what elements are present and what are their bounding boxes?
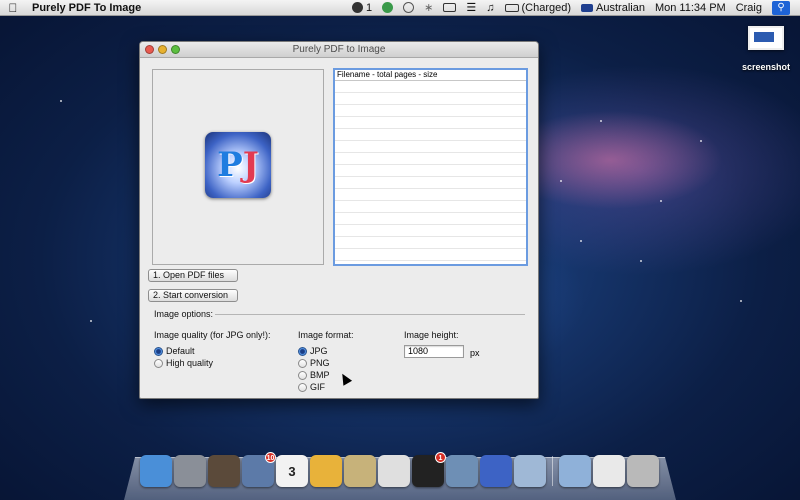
folder-icon[interactable] xyxy=(559,455,591,487)
dock-icons: 10 3 1 xyxy=(140,452,659,487)
image-height-input[interactable]: 1080 xyxy=(404,345,464,358)
radio-unselected-icon xyxy=(298,358,307,368)
battery-status[interactable]: (Charged) xyxy=(504,2,571,14)
input-source[interactable]: Australian xyxy=(581,2,645,14)
open-pdf-files-button[interactable]: 1. Open PDF files xyxy=(148,269,238,282)
menubar:  Purely PDF To Image 1 ∗ ☰ ♫ (Charged) … xyxy=(0,0,800,16)
dock-badge: 1 xyxy=(435,452,446,463)
menubar-status: 1 ∗ ☰ ♫ (Charged) Australian Mon 11:34 P… xyxy=(352,0,800,15)
purely-pdf-icon[interactable] xyxy=(480,455,512,487)
globe-icon[interactable] xyxy=(382,2,394,13)
wifi-icon[interactable]: ☰ xyxy=(466,1,476,14)
app-menu[interactable]: Purely PDF To Image xyxy=(32,2,141,14)
image-format-title: Image format: xyxy=(298,330,354,340)
radio-unselected-icon xyxy=(154,358,163,368)
finder-icon[interactable] xyxy=(140,455,172,487)
chrome-icon[interactable] xyxy=(310,455,342,487)
radio-selected-icon xyxy=(154,346,163,356)
star xyxy=(640,260,642,262)
qq-icon xyxy=(352,2,364,13)
star xyxy=(60,100,62,102)
tools-icon[interactable] xyxy=(446,455,478,487)
app-window: Purely PDF to Image PJ Filename - total … xyxy=(139,41,539,399)
preview-icon[interactable] xyxy=(514,455,546,487)
mail-icon[interactable]: 10 xyxy=(242,452,276,487)
radio-unselected-icon xyxy=(298,382,307,392)
image-quality-title: Image quality (for JPG only!): xyxy=(154,330,271,340)
time-machine-icon[interactable] xyxy=(403,2,415,13)
image-options-label: Image options: xyxy=(154,309,214,319)
star xyxy=(580,240,582,242)
file-list-header[interactable]: Filename - total pages - size xyxy=(335,70,526,81)
format-bmp-radio[interactable]: BMP xyxy=(298,370,330,380)
close-button[interactable] xyxy=(145,45,154,54)
star xyxy=(560,180,562,182)
app-logo-icon: PJ xyxy=(205,132,271,198)
trash-icon[interactable] xyxy=(627,455,659,487)
px-unit-label: px xyxy=(470,348,480,358)
format-gif-radio[interactable]: GIF xyxy=(298,382,325,392)
quality-default-radio[interactable]: Default xyxy=(154,346,195,356)
documents-icon[interactable] xyxy=(593,455,625,487)
bluetooth-icon[interactable]: ∗ xyxy=(424,1,433,14)
apple-icon[interactable]:  xyxy=(0,1,26,15)
start-conversion-button[interactable]: 2. Start conversion xyxy=(148,289,238,302)
screenshot-thumbnail-icon xyxy=(748,26,784,50)
radio-selected-icon xyxy=(298,346,307,356)
options-divider xyxy=(215,314,525,315)
image-height-title: Image height: xyxy=(404,330,459,340)
spotlight-search-icon[interactable]: ⚲ xyxy=(772,0,790,15)
qq-icon[interactable]: 1 xyxy=(412,452,446,487)
file-list[interactable]: Filename - total pages - size xyxy=(333,68,528,266)
minimize-button[interactable] xyxy=(158,45,167,54)
pdf-preview-panel: PJ xyxy=(152,69,324,265)
radio-unselected-icon xyxy=(298,370,307,380)
clock-icon[interactable] xyxy=(344,455,376,487)
star xyxy=(660,200,662,202)
star xyxy=(600,120,602,122)
dock-badge: 10 xyxy=(265,452,276,463)
star xyxy=(90,320,92,322)
qq-status[interactable]: 1 xyxy=(352,2,372,14)
calendar-icon[interactable]: 3 xyxy=(276,455,308,487)
zoom-button[interactable] xyxy=(171,45,180,54)
quality-high-radio[interactable]: High quality xyxy=(154,358,213,368)
textedit-icon[interactable] xyxy=(378,455,410,487)
battery-icon xyxy=(504,3,519,12)
window-controls xyxy=(145,45,180,54)
star xyxy=(740,300,742,302)
australian-flag-icon xyxy=(581,3,594,12)
volume-icon[interactable]: ♫ xyxy=(486,2,494,14)
format-jpg-radio[interactable]: JPG xyxy=(298,346,328,356)
star xyxy=(700,140,702,142)
format-png-radio[interactable]: PNG xyxy=(298,358,330,368)
display-icon[interactable] xyxy=(443,3,457,12)
desktop-file-label: screenshot xyxy=(741,62,791,72)
file-list-rows[interactable] xyxy=(335,81,526,264)
desktop-file-screenshot[interactable]: screenshot xyxy=(736,26,796,72)
user-menu[interactable]: Craig xyxy=(736,2,762,14)
window-titlebar[interactable]: Purely PDF to Image xyxy=(140,42,538,58)
photo-icon[interactable] xyxy=(208,455,240,487)
launchpad-icon[interactable] xyxy=(174,455,206,487)
dock-separator xyxy=(552,456,553,486)
window-title: Purely PDF to Image xyxy=(292,44,386,55)
clock[interactable]: Mon 11:34 PM xyxy=(655,2,726,14)
